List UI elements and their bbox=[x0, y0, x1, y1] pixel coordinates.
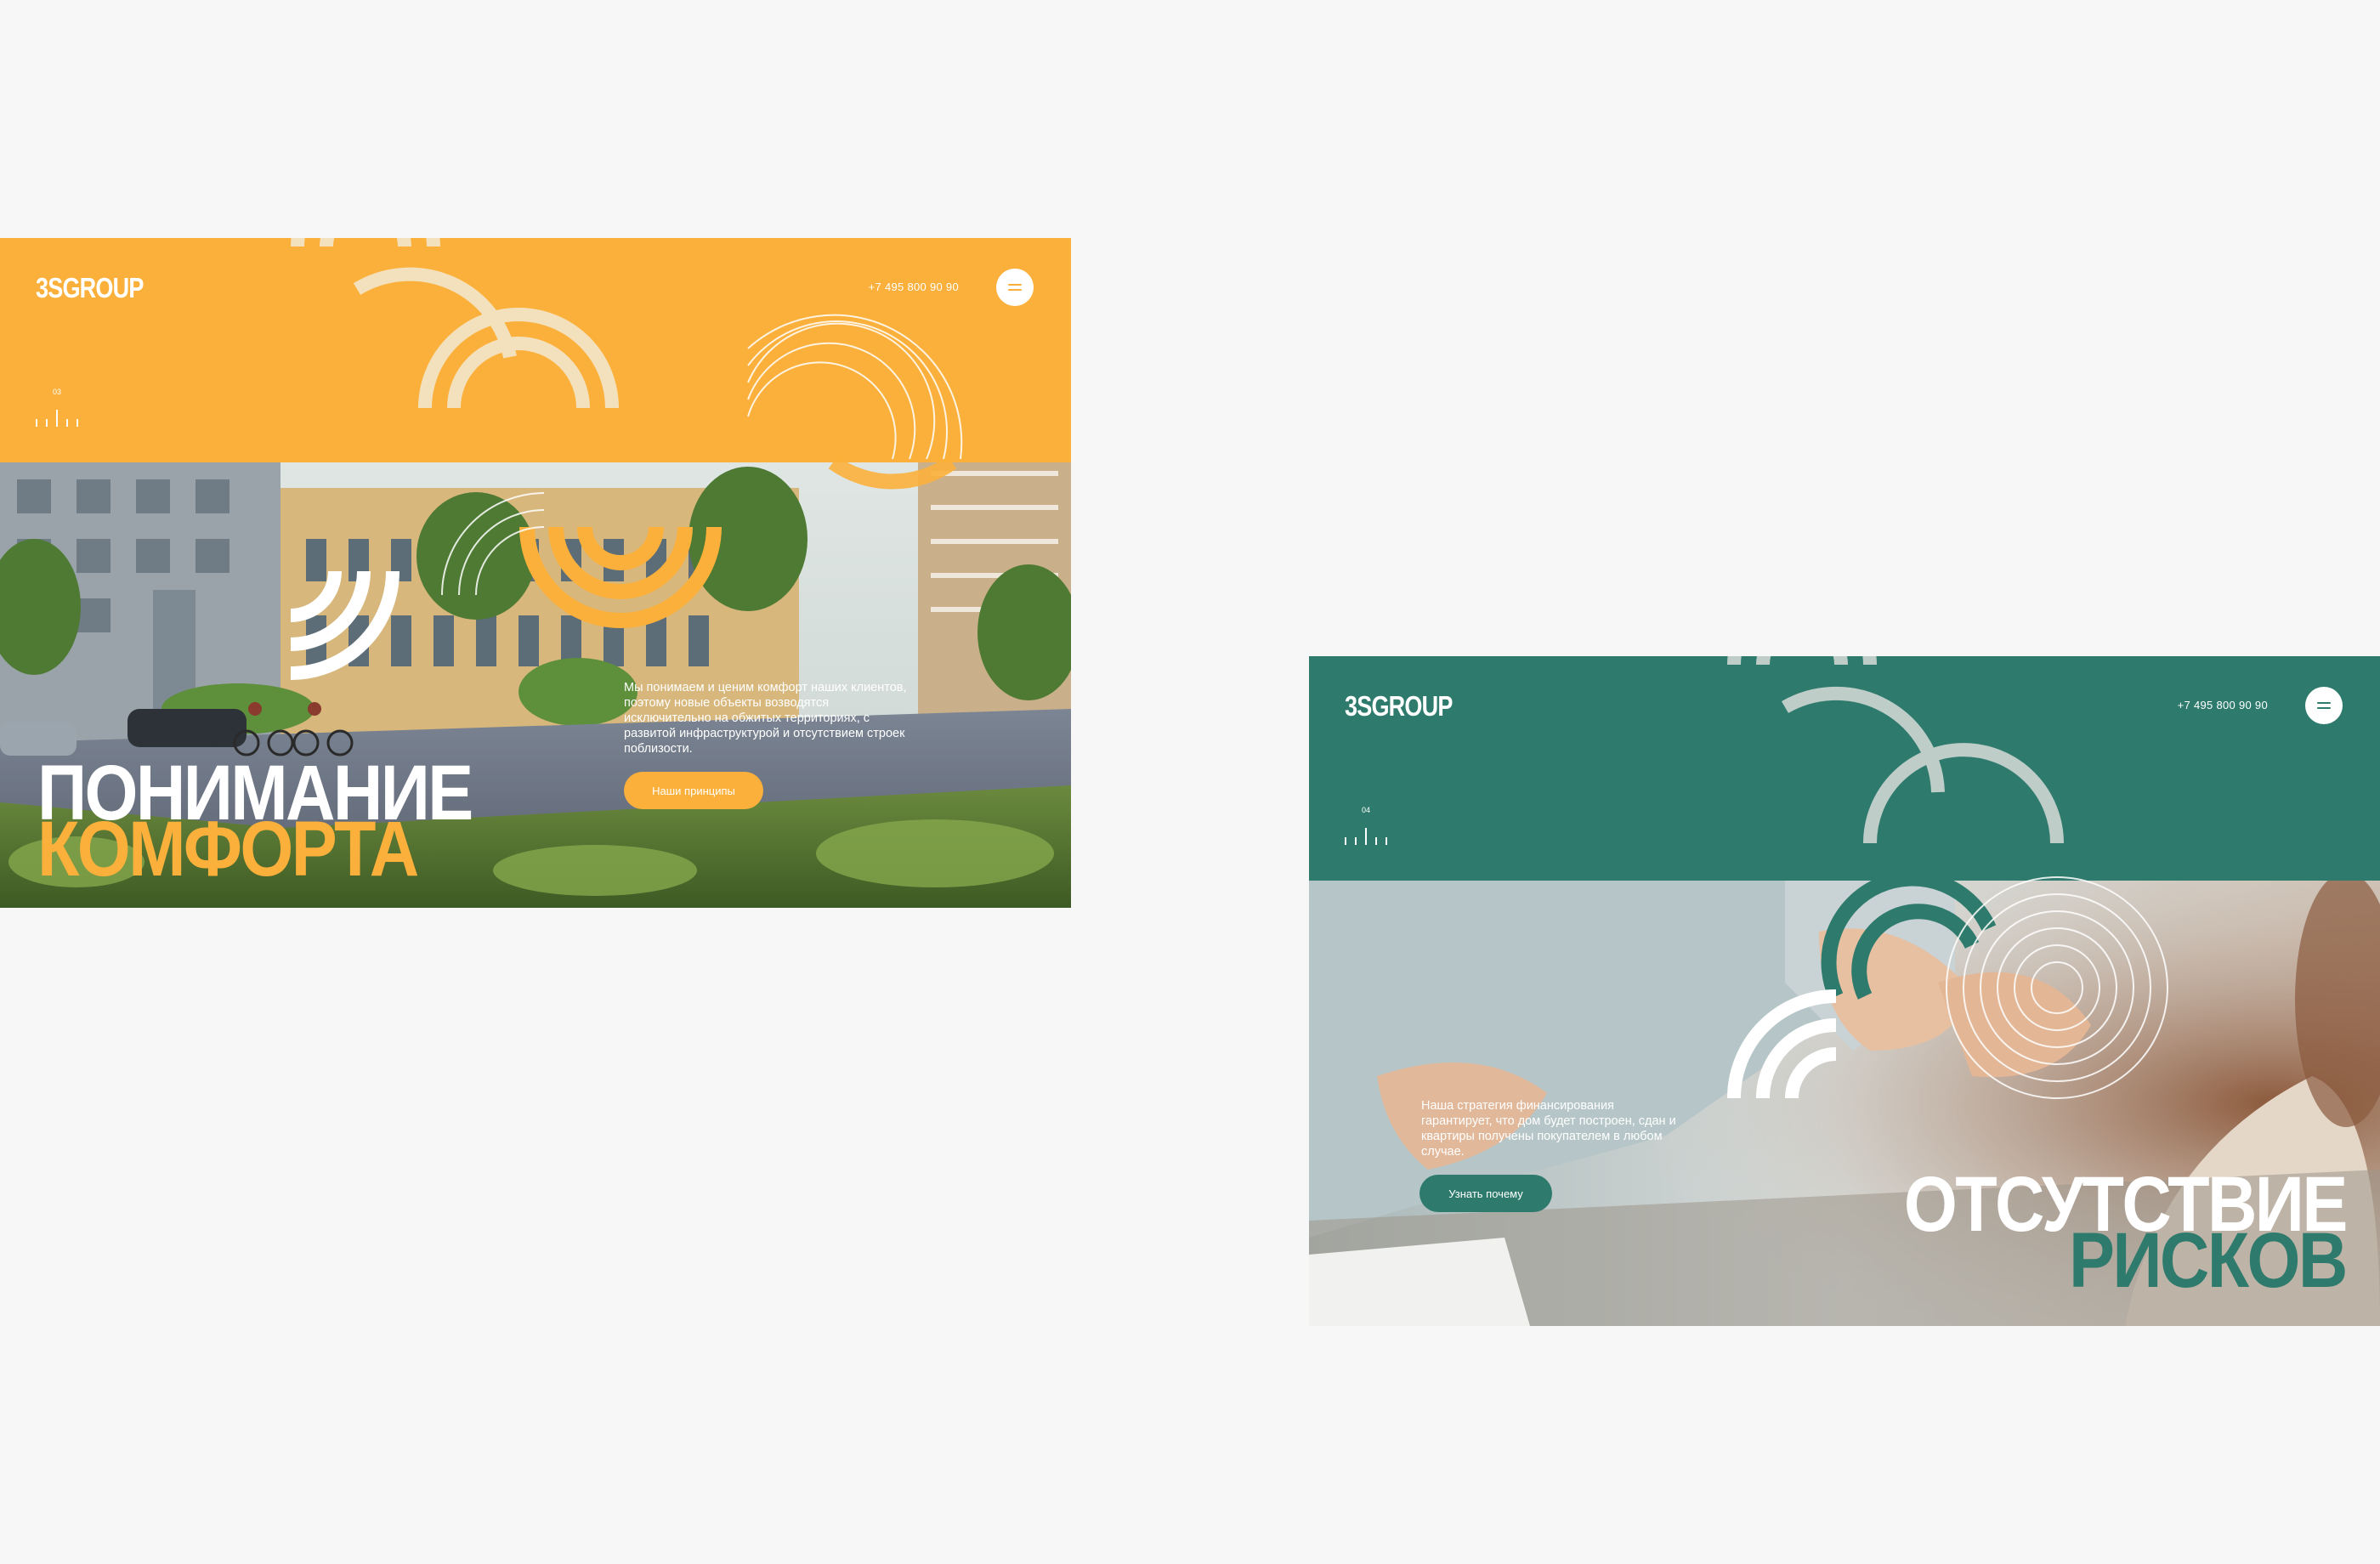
menu-button[interactable] bbox=[2305, 687, 2343, 724]
hamburger-icon bbox=[1008, 284, 1022, 291]
slide-ticks bbox=[36, 401, 99, 427]
slide-tick[interactable] bbox=[1386, 837, 1387, 845]
slide-tick-active[interactable] bbox=[56, 410, 58, 427]
hero-description: Наша стратегия финансирования гарантируе… bbox=[1421, 1099, 1676, 1159]
phone-number[interactable]: +7 495 800 90 90 bbox=[869, 280, 959, 293]
slide-tick[interactable] bbox=[1355, 837, 1357, 845]
header-band bbox=[0, 238, 1071, 462]
slide-ticks bbox=[1345, 819, 1408, 845]
slide-number: 03 bbox=[53, 388, 62, 396]
hero-title: ПОНИМАНИЕ КОМФОРТА bbox=[37, 754, 473, 892]
hero-title: ОТСУТСТВИЕ РИСКОВ bbox=[1904, 1165, 2348, 1300]
slide-tick[interactable] bbox=[76, 419, 78, 427]
header-band bbox=[1309, 656, 2380, 881]
menu-button[interactable] bbox=[996, 269, 1034, 306]
mockup-no-risks: 3SGROUP +7 495 800 90 90 04 Наша стратег… bbox=[1309, 656, 2380, 1326]
learn-why-button[interactable]: Узнать почему bbox=[1420, 1175, 1552, 1212]
slide-tick[interactable] bbox=[36, 419, 37, 427]
hero-description: Мы понимаем и ценим комфорт наших клиент… bbox=[624, 681, 907, 756]
slide-counter: 04 bbox=[1345, 806, 1413, 848]
slide-tick[interactable] bbox=[46, 419, 48, 427]
slide-tick[interactable] bbox=[1345, 837, 1346, 845]
principles-button[interactable]: Наши принципы bbox=[624, 772, 763, 809]
slide-number: 04 bbox=[1362, 806, 1371, 814]
slide-tick[interactable] bbox=[66, 419, 68, 427]
slide-tick-active[interactable] bbox=[1365, 828, 1367, 845]
mockup-comfort: 3SGROUP +7 495 800 90 90 03 Мы понимаем … bbox=[0, 238, 1071, 908]
brand-logo[interactable]: 3SGROUP bbox=[36, 272, 144, 304]
hamburger-icon bbox=[2317, 702, 2331, 709]
hero-title-line2: КОМФОРТА bbox=[37, 806, 419, 892]
slide-counter: 03 bbox=[36, 388, 104, 430]
phone-number[interactable]: +7 495 800 90 90 bbox=[2178, 699, 2268, 711]
brand-logo[interactable]: 3SGROUP bbox=[1345, 690, 1453, 722]
slide-tick[interactable] bbox=[1375, 837, 1377, 845]
